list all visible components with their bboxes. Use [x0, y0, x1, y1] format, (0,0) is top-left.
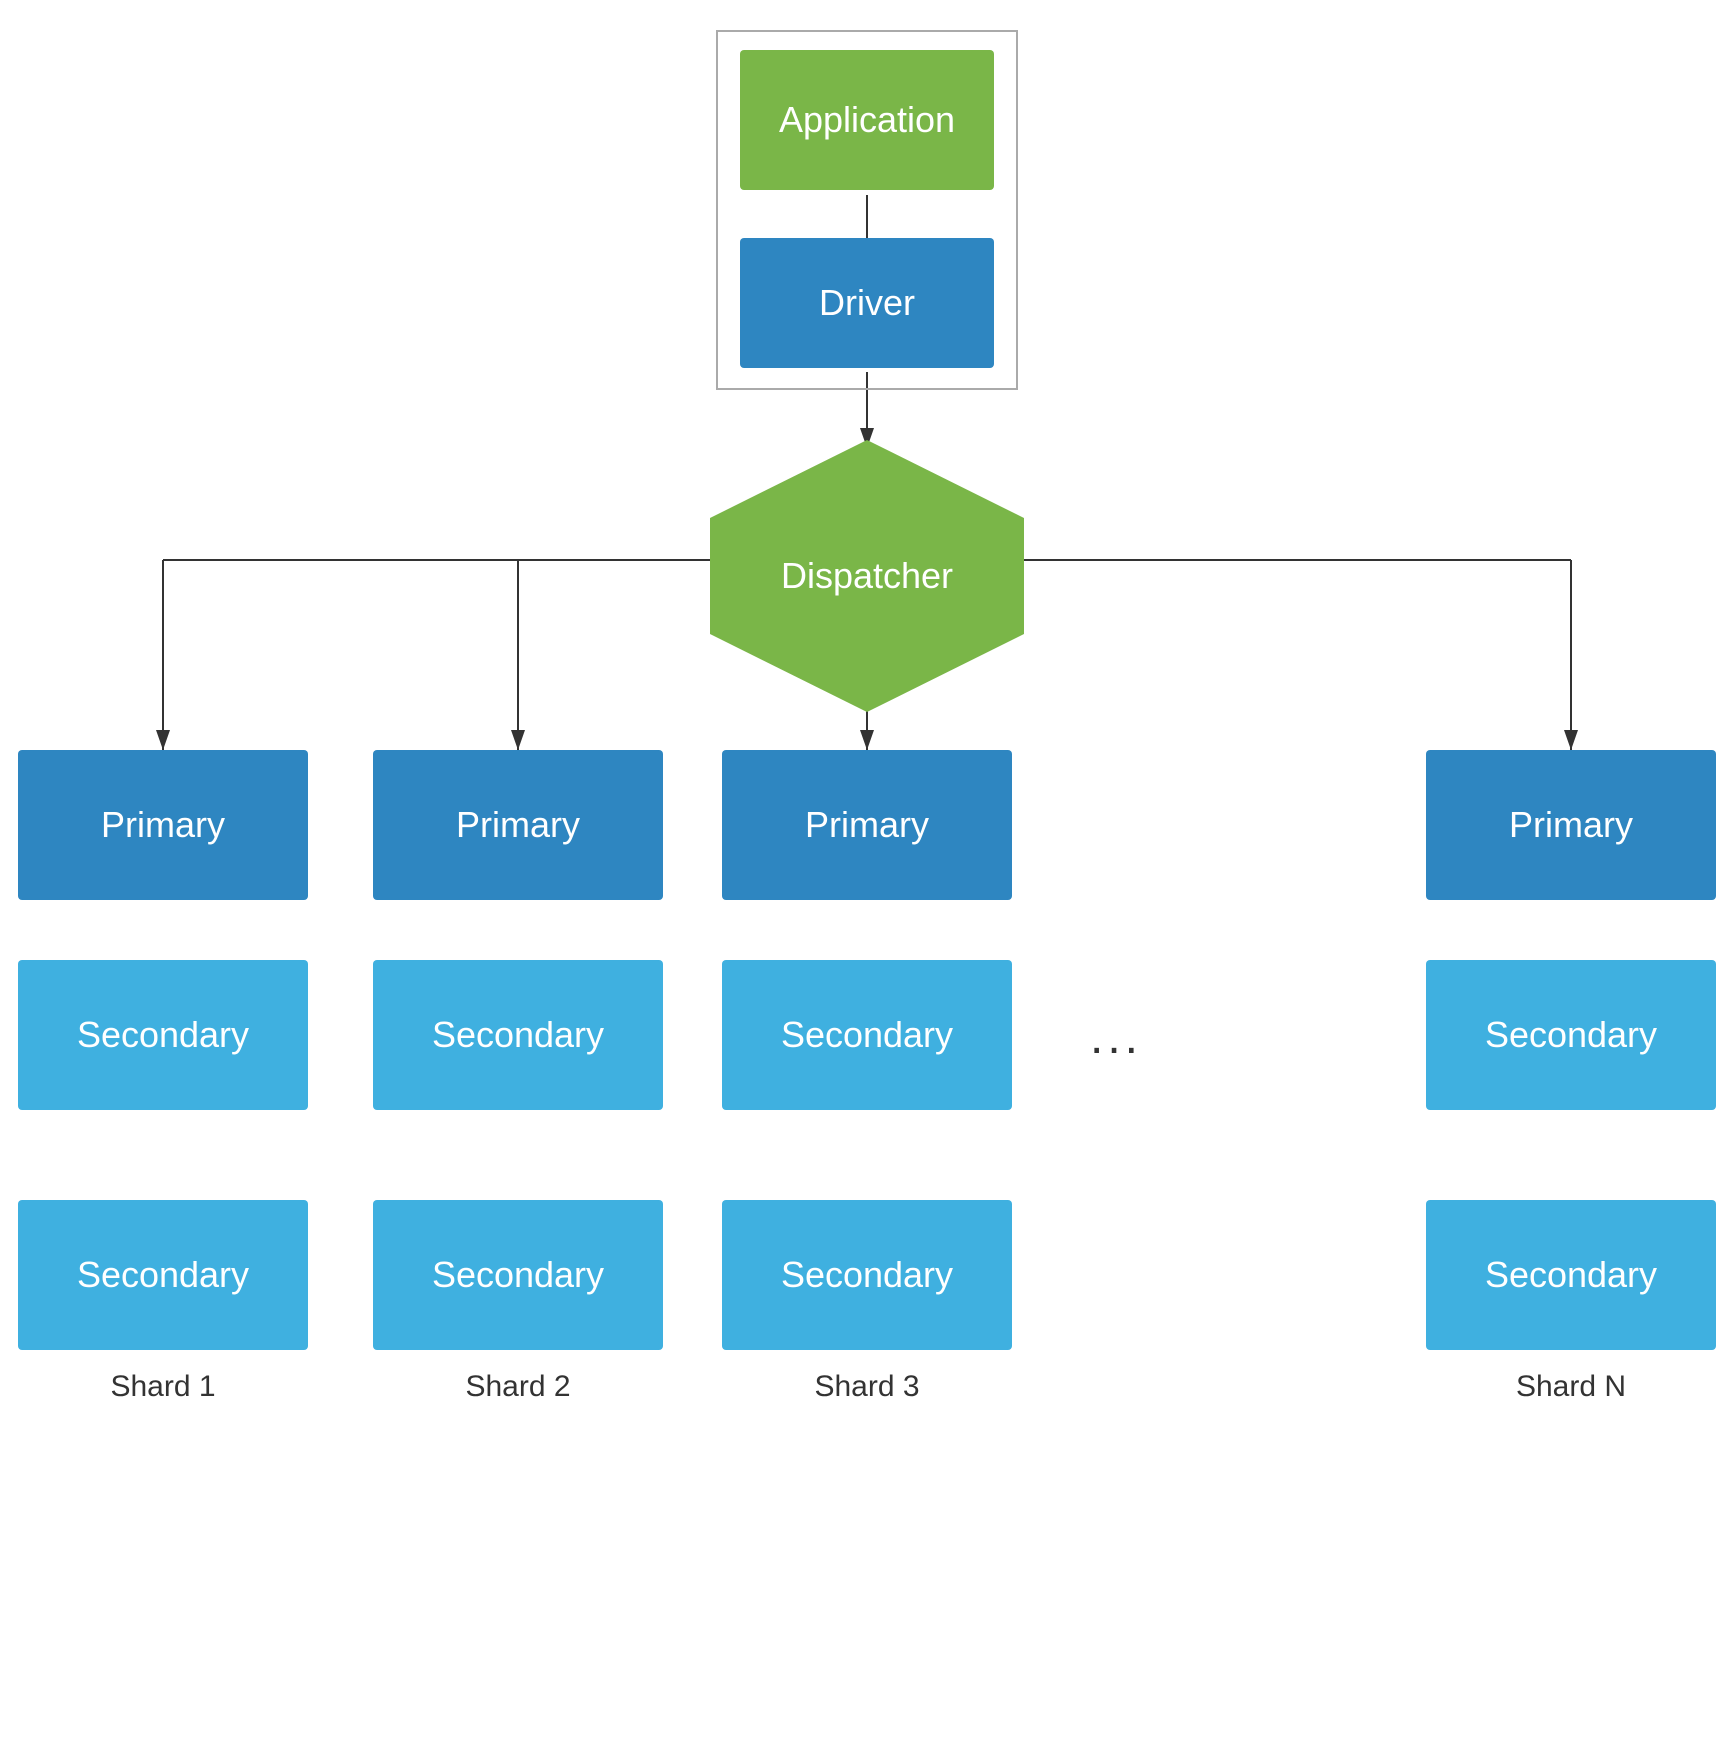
shard-label-3: Shard 3 — [722, 1370, 1012, 1404]
secondary-box-2-2: Secondary — [373, 1200, 663, 1350]
secondary-box-3-2: Secondary — [722, 1200, 1012, 1350]
secondary-box-2-1: Secondary — [373, 960, 663, 1110]
primary-box-3: Primary — [722, 750, 1012, 900]
ellipsis-row1: ... — [1090, 1010, 1142, 1065]
shard-label-n: Shard N — [1426, 1370, 1716, 1404]
diagram: Application Driver Dispatcher Primary Pr… — [0, 0, 1734, 1751]
primary-box-2: Primary — [373, 750, 663, 900]
primary-box-1: Primary — [18, 750, 308, 900]
primary-box-n: Primary — [1426, 750, 1716, 900]
shard-label-2: Shard 2 — [373, 1370, 663, 1404]
shard-label-1: Shard 1 — [18, 1370, 308, 1404]
secondary-box-1-1: Secondary — [18, 960, 308, 1110]
dispatcher-hexagon: Dispatcher — [710, 440, 1024, 712]
secondary-box-n-2: Secondary — [1426, 1200, 1716, 1350]
secondary-box-3-1: Secondary — [722, 960, 1012, 1110]
secondary-box-n-1: Secondary — [1426, 960, 1716, 1110]
application-box: Application — [740, 50, 994, 190]
driver-box: Driver — [740, 238, 994, 368]
secondary-box-1-2: Secondary — [18, 1200, 308, 1350]
